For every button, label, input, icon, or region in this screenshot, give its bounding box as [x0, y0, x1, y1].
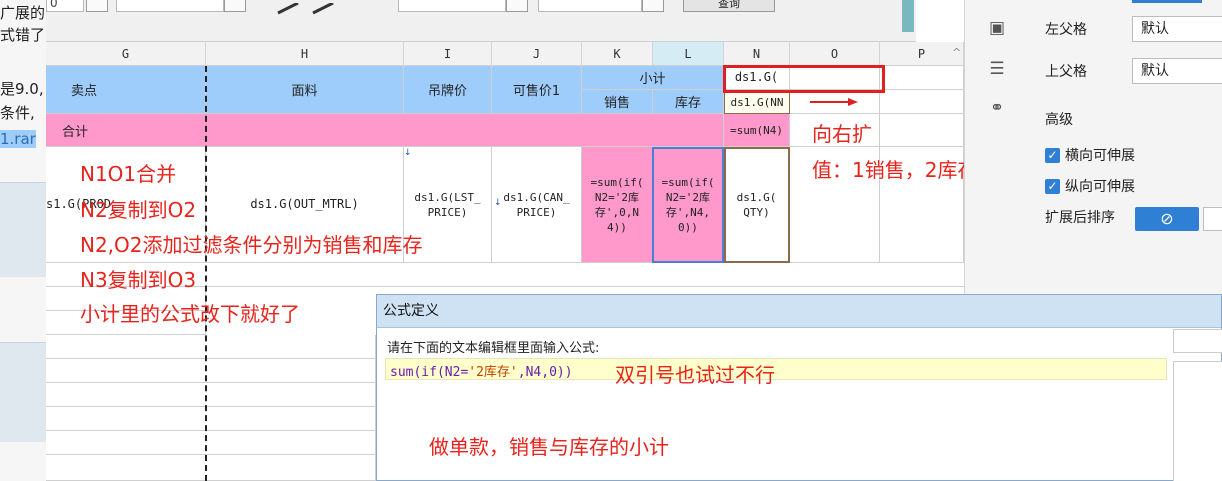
annotation-expand-right: 向右扩: [812, 122, 872, 146]
sort-after-expand-label: 扩展后排序: [1045, 210, 1115, 226]
cell-k4[interactable]: =sum(if( N2='2库 存',0,N 4)): [582, 147, 653, 263]
cell-stock[interactable]: 库存: [653, 90, 724, 114]
column-header-j[interactable]: J: [492, 42, 582, 66]
cell-n3[interactable]: =sum(N4): [724, 114, 790, 147]
annotation-line-4: N3复制到O3: [80, 268, 197, 292]
empty-row[interactable]: [46, 359, 376, 383]
formula-prefix: sum(if(N2=: [390, 365, 469, 380]
dialog-side-field[interactable]: [1173, 329, 1222, 353]
left-text-1: 广展的: [0, 4, 46, 22]
list-icon[interactable]: ☰: [985, 57, 1009, 81]
top-parent-select[interactable]: 默认: [1132, 58, 1222, 84]
annotation-line-1: N1O1合并: [80, 162, 177, 186]
sort-option-button[interactable]: [1203, 207, 1222, 231]
top-parent-label: 上父格: [1045, 64, 1087, 80]
background-page-strip: 广展的 式错了 是9.0, 条件, 1.rar: [0, 0, 46, 481]
cell-j4[interactable]: ds1.G(CAN_ PRICE): [492, 147, 582, 263]
empty-row[interactable]: [46, 383, 376, 407]
selected-cell-outline: [652, 147, 724, 263]
empty-row[interactable]: [46, 431, 376, 455]
annotation-values: 值：1销售，2库存: [812, 158, 978, 182]
annotation-line-2: N2复制到O2: [80, 198, 197, 222]
formula-text: sum(if(N2='2库存',N4,0)): [390, 361, 573, 380]
formula-suffix: ,N4,0)): [517, 365, 573, 380]
left-parent-label: 左父格: [1045, 22, 1087, 38]
dropdown-box-icon[interactable]: ▣: [985, 16, 1009, 40]
cell-sale-price[interactable]: 可售价1: [492, 66, 582, 114]
left-thumbnail-2: [0, 342, 46, 442]
check-icon: ✓: [1045, 178, 1060, 194]
cell-n2[interactable]: ds1.G(NN: [724, 90, 790, 114]
screenshot-root: 广展的 式错了 是9.0, 条件, 1.rar 0 查询 G H I J K L…: [0, 0, 1222, 481]
left-text-2: 式错了: [0, 26, 46, 44]
annotation-single-item: 做单款，销售与库存的小计: [429, 435, 669, 459]
pen-tools[interactable]: [258, 0, 358, 15]
no-sort-button[interactable]: ⊘: [1135, 207, 1199, 231]
cell-fabric[interactable]: 面料: [206, 66, 404, 114]
column-header-k[interactable]: K: [582, 42, 653, 66]
dialog-title: 公式定义: [377, 295, 1221, 328]
cell-tag-price[interactable]: 吊牌价: [404, 66, 492, 114]
annotation-line-5: 小计里的公式改下就好了: [80, 302, 300, 326]
empty-row[interactable]: [46, 455, 376, 481]
empty-row[interactable]: [46, 407, 376, 431]
date-field-1[interactable]: [116, 0, 224, 12]
formula-string: '2库存': [468, 365, 518, 380]
vertical-expand-label: 纵向可伸展: [1065, 179, 1135, 195]
calendar-icon[interactable]: [506, 0, 528, 12]
column-header-n[interactable]: N: [724, 42, 790, 66]
dialog-prompt: 请在下面的文本编辑框里面输入公式:: [387, 341, 600, 356]
date-field-2[interactable]: [398, 0, 506, 12]
cell-sales[interactable]: 销售: [582, 90, 653, 114]
formula-dialog: 公式定义 请在下面的文本编辑框里面输入公式: sum(if(N2='2库存',N…: [376, 294, 1222, 481]
left-thumbnail-1: [0, 182, 46, 277]
expand-down-icon: ↓: [494, 198, 502, 208]
left-link[interactable]: 1.rar: [0, 130, 36, 148]
function-list-panel[interactable]: [1173, 361, 1222, 481]
column-header-g[interactable]: G: [46, 42, 206, 66]
toolbar: 0 查询: [46, 0, 916, 42]
column-header-o[interactable]: O: [790, 42, 880, 66]
expansion-outline: [724, 147, 790, 263]
advanced-section-label: 高级: [1045, 112, 1073, 128]
check-icon: ✓: [1045, 147, 1060, 163]
highlight-rectangle: [723, 65, 885, 93]
number-field[interactable]: 0: [46, 0, 84, 12]
annotation-double-quotes: 双引号也试过不行: [615, 363, 775, 387]
left-text-4: 条件,: [0, 104, 35, 122]
date-field-3[interactable]: [538, 0, 642, 12]
link-icon[interactable]: ⚭: [985, 96, 1009, 120]
active-tab-indicator: [1132, 0, 1202, 3]
horizontal-expand-label: 横向可伸展: [1065, 148, 1135, 164]
column-header-l[interactable]: L: [653, 42, 724, 66]
vertical-expand-checkbox[interactable]: ✓ 纵向可伸展: [1045, 176, 1135, 196]
query-button[interactable]: 查询: [683, 0, 775, 12]
calendar-icon[interactable]: [86, 0, 108, 12]
formula-editor[interactable]: sum(if(N2='2库存',N4,0)): [385, 358, 1167, 380]
horizontal-expand-checkbox[interactable]: ✓ 横向可伸展: [1045, 145, 1135, 165]
left-parent-select[interactable]: 默认: [1132, 16, 1222, 42]
calendar-icon[interactable]: [224, 0, 246, 12]
column-header-i[interactable]: I: [404, 42, 492, 66]
scroll-up-icon[interactable]: ^: [952, 46, 961, 59]
annotation-line-3: N2,O2添加过滤条件分别为销售和库存: [80, 233, 423, 257]
pen-icon: [277, 1, 334, 15]
cell-p3[interactable]: [880, 114, 964, 147]
scroll-accent: [902, 0, 914, 32]
cell-p2[interactable]: [880, 90, 964, 114]
cell-subtotal[interactable]: 小计: [582, 66, 724, 90]
cell-total-label[interactable]: 合计: [46, 114, 724, 147]
right-arrow-icon: [810, 98, 858, 106]
left-text-3: 是9.0,: [0, 80, 44, 98]
column-header-h[interactable]: H: [206, 42, 404, 66]
empty-row[interactable]: [46, 335, 376, 359]
page-break-line: [205, 66, 207, 481]
expand-marker-icon: ↓: [404, 148, 412, 158]
cell-selling-point[interactable]: 卖点: [46, 66, 206, 114]
cell-p1[interactable]: [880, 66, 964, 90]
number-field-value: 0: [50, 0, 58, 10]
calendar-icon[interactable]: [642, 0, 664, 12]
